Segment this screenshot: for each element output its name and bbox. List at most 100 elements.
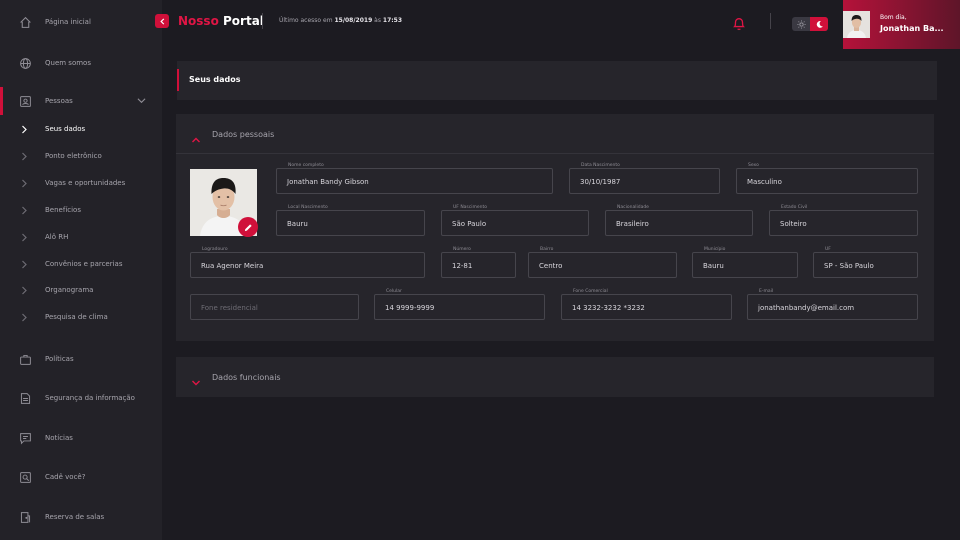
functional-data-title: Dados funcionais	[212, 373, 281, 382]
field-label: Número	[451, 247, 473, 252]
field-value: Masculino	[747, 178, 782, 186]
birthplace-field[interactable]: Local Nascimento Bauru	[276, 205, 425, 236]
sidebar-item-label: Segurança da informação	[45, 394, 135, 402]
field-label: Município	[702, 247, 728, 252]
street-field[interactable]: Logradouro Rua Agenor Meira	[190, 247, 425, 278]
state-field[interactable]: UF SP - São Paulo	[813, 247, 918, 278]
pencil-icon	[244, 223, 252, 231]
sidebar-item-label: Notícias	[45, 434, 73, 442]
sidebar-item-label: Cadê você?	[45, 473, 86, 481]
header-divider	[262, 13, 263, 29]
chevron-up-icon	[191, 129, 201, 143]
field-label: Nome completo	[286, 163, 326, 168]
sidebar-item-label: Quem somos	[45, 59, 91, 67]
email-field[interactable]: E-mail jonathanbandy@email.com	[747, 289, 918, 320]
full-name-field[interactable]: Nome completo Jonathan Bandy Gibson	[276, 163, 553, 194]
search-icon	[19, 471, 32, 484]
last-access-time: 17:53	[382, 17, 403, 24]
sidebar-item-label: Página inicial	[45, 18, 91, 26]
chevron-right-icon	[21, 260, 28, 269]
field-value: Jonathan Bandy Gibson	[287, 178, 369, 186]
document-icon	[19, 392, 32, 405]
greeting-text: Bom dia,	[880, 14, 907, 21]
field-label: UF Nascimento	[451, 205, 490, 210]
sun-icon[interactable]	[792, 17, 810, 31]
sidebar-subitem-label: Benefícios	[45, 206, 81, 214]
field-label: Fone Comercial	[571, 289, 610, 294]
functional-data-header[interactable]: Dados funcionais	[176, 357, 934, 397]
sidebar-subitem-vagas[interactable]: Vagas e oportunidades	[0, 176, 162, 192]
briefcase-icon	[19, 353, 32, 366]
sidebar-subitem-ponto-eletronico[interactable]: Ponto eletrônico	[0, 149, 162, 165]
nationality-field[interactable]: Nacionalidade Brasileiro	[605, 205, 753, 236]
sidebar-subitem-pesquisa-clima[interactable]: Pesquisa de clima	[0, 310, 162, 326]
sidebar-subitem-label: Vagas e oportunidades	[45, 179, 126, 187]
last-access-sep: às	[374, 17, 381, 24]
sidebar-item-politicas[interactable]: Políticas	[0, 349, 162, 369]
brand-logo[interactable]: Nosso Portal	[178, 14, 264, 28]
marital-status-field[interactable]: Estado Civil Solteiro	[769, 205, 918, 236]
field-value: Brasileiro	[616, 220, 649, 228]
field-label: UF	[823, 247, 833, 252]
field-label: Local Nascimento	[286, 205, 330, 210]
sidebar-subitem-convenios[interactable]: Convênios e parcerias	[0, 257, 162, 273]
district-field[interactable]: Bairro Centro	[528, 247, 677, 278]
brand-part-2: Portal	[223, 14, 264, 28]
field-label: Celular	[384, 289, 404, 294]
sidebar-subitem-label: Seus dados	[45, 125, 86, 133]
sidebar-item-seguranca[interactable]: Segurança da informação	[0, 388, 162, 408]
functional-data-panel: Dados funcionais	[176, 357, 934, 397]
edit-photo-button[interactable]	[238, 217, 258, 237]
sidebar-item-cade-voce[interactable]: Cadê você?	[0, 467, 162, 487]
number-field[interactable]: Número 12-81	[441, 247, 516, 278]
city-field[interactable]: Município Bauru	[692, 247, 798, 278]
field-value: 14 3232-3232 *3232	[572, 304, 645, 312]
business-phone-field[interactable]: Fone Comercial 14 3232-3232 *3232	[561, 289, 732, 320]
sidebar-item-pessoas[interactable]: Pessoas	[0, 87, 162, 115]
sidebar-item-label: Reserva de salas	[45, 513, 105, 521]
sidebar-subitem-seus-dados[interactable]: Seus dados	[0, 122, 162, 138]
sidebar-item-reserva-salas[interactable]: Reserva de salas	[0, 507, 162, 527]
home-phone-field[interactable]: Fone residencial	[190, 294, 359, 320]
field-value: 12-81	[452, 262, 473, 270]
birth-date-field[interactable]: Data Nascimento 30/10/1987	[569, 163, 720, 194]
home-icon	[19, 16, 32, 29]
chevron-down-icon[interactable]	[137, 96, 146, 105]
sidebar-item-label: Pessoas	[45, 97, 73, 105]
last-access-info: Último acesso em 15/08/2019 às 17:53	[279, 17, 402, 24]
user-menu[interactable]: Bom dia, Jonathan Ba...	[843, 0, 960, 49]
chevron-right-icon	[21, 179, 28, 188]
header-divider	[770, 13, 771, 29]
notifications-bell-icon[interactable]	[732, 16, 746, 31]
field-value: jonathanbandy@email.com	[758, 304, 855, 312]
field-value: SP - São Paulo	[824, 262, 874, 270]
sidebar-item-noticias[interactable]: Notícias	[0, 428, 162, 448]
collapse-sidebar-button[interactable]	[155, 14, 169, 28]
last-access-prefix: Último acesso em	[279, 17, 333, 24]
sidebar: Página inicial Quem somos Pessoas Seus d…	[0, 0, 162, 540]
mobile-phone-field[interactable]: Celular 14 9999-9999	[374, 289, 545, 320]
chat-icon	[19, 432, 32, 445]
field-value: Rua Agenor Meira	[201, 262, 264, 270]
field-value: Centro	[539, 262, 563, 270]
field-value: 14 9999-9999	[385, 304, 435, 312]
sidebar-subitem-beneficios[interactable]: Benefícios	[0, 203, 162, 219]
sidebar-subitem-label: Organograma	[45, 286, 94, 294]
chevron-left-icon	[159, 17, 164, 25]
sidebar-subitem-alo-rh[interactable]: Alô RH	[0, 230, 162, 246]
sidebar-item-pagina-inicial[interactable]: Página inicial	[0, 12, 162, 32]
field-value: Bauru	[703, 262, 724, 270]
moon-icon[interactable]	[810, 17, 828, 31]
sidebar-subitem-label: Convênios e parcerias	[45, 260, 123, 268]
field-value: Solteiro	[780, 220, 807, 228]
theme-toggle[interactable]	[792, 17, 828, 31]
field-label: Bairro	[538, 247, 556, 252]
sidebar-subitem-label: Alô RH	[45, 233, 69, 241]
personal-data-header[interactable]: Dados pessoais	[176, 114, 934, 154]
gender-field[interactable]: Sexo Masculino	[736, 163, 918, 194]
sidebar-item-quem-somos[interactable]: Quem somos	[0, 53, 162, 73]
brand-part-1: Nosso	[178, 14, 219, 28]
sidebar-subitem-organograma[interactable]: Organograma	[0, 283, 162, 299]
birth-state-field[interactable]: UF Nascimento São Paulo	[441, 205, 589, 236]
field-value: São Paulo	[452, 220, 487, 228]
